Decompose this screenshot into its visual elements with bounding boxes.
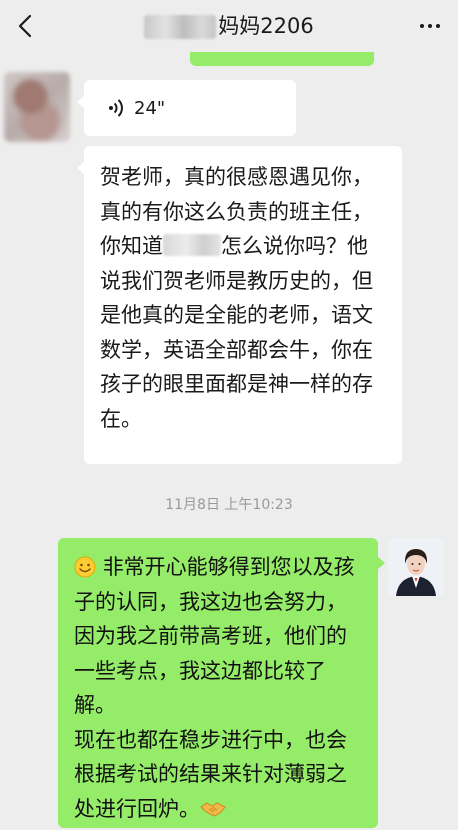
outgoing-text-message[interactable]: 非常开心能够得到您以及孩子的认同，我这边也会努力，因为我之前带高考班，他们的一些… xyxy=(58,538,385,828)
more-dots-icon[interactable] xyxy=(416,14,444,38)
chat-header: 妈妈2206 xyxy=(0,0,458,52)
handshake-emoji-icon xyxy=(200,796,226,818)
message-timestamp: 11月8日 上午10:23 xyxy=(165,497,293,513)
sender-avatar[interactable] xyxy=(4,72,70,142)
my-avatar[interactable] xyxy=(388,538,444,596)
outgoing-text-body: 非常开心能够得到您以及孩子的认同，我这边也会努力，因为我之前带高考班，他们的一些… xyxy=(74,555,355,821)
voice-wave-icon xyxy=(108,97,126,119)
smile-emoji-icon xyxy=(74,554,96,578)
chat-title: 妈妈2206 xyxy=(218,14,314,38)
voice-duration: 24" xyxy=(134,97,166,119)
previous-message-edge xyxy=(190,52,374,66)
blurred-name xyxy=(144,15,217,39)
message-text-part2: 怎么说你吗？他说我们贺老师是教历史的，但是他真的是全能的老师，语文数学，英语全部… xyxy=(100,234,373,431)
blurred-name-inline xyxy=(163,234,221,256)
voice-message[interactable]: 24" xyxy=(77,80,296,136)
incoming-text-message[interactable]: 贺老师，真的很感恩遇见你，真的有你这么负责的班主任，你知道 怎么说你吗？他说我们贺… xyxy=(77,146,402,464)
outgoing-message-text: 非常开心能够得到您以及孩子的认同，我这边也会努力，因为我之前带高考班，他们的一些… xyxy=(74,550,364,826)
chat-title-wrap: 妈妈2206 xyxy=(0,12,458,40)
incoming-message-text: 贺老师，真的很感恩遇见你，真的有你这么负责的班主任，你知道 怎么说你吗？他说我们贺… xyxy=(100,160,386,436)
